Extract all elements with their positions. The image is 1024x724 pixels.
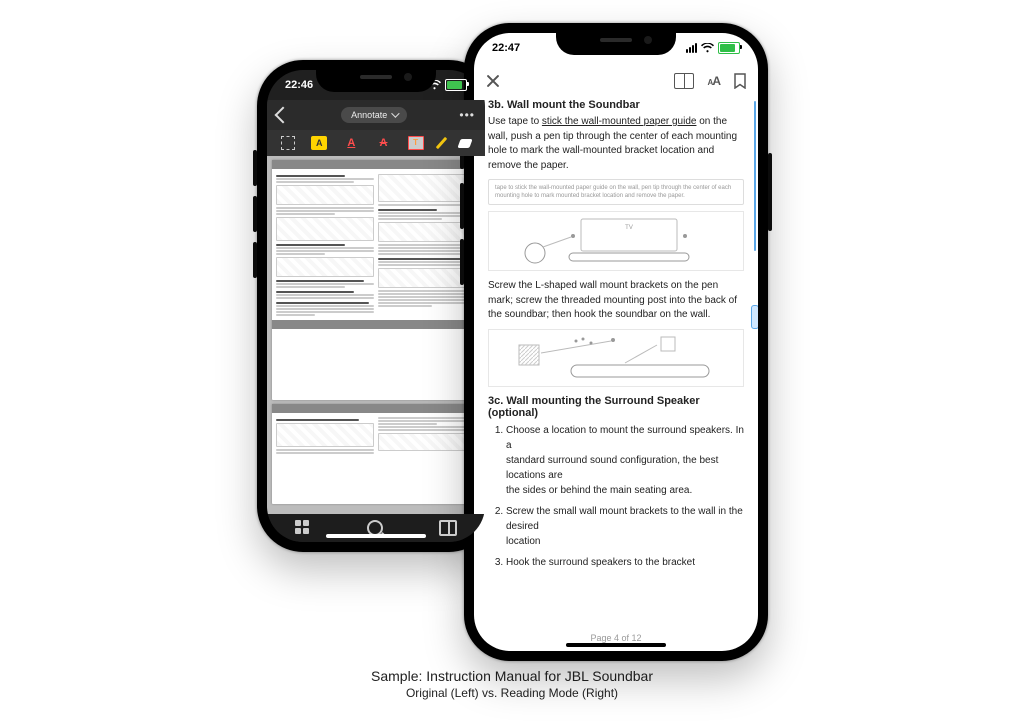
strikethrough-tool-icon[interactable]: A	[375, 135, 391, 151]
page-indicator: Page 4 of 12	[474, 633, 758, 643]
reading-mode-icon[interactable]	[439, 520, 457, 536]
scroll-indicator	[754, 101, 757, 251]
battery-charging-icon	[718, 42, 740, 54]
pen-tool-icon[interactable]	[435, 137, 447, 149]
back-icon[interactable]	[275, 107, 292, 124]
annotation-toolbar: A A A T	[267, 130, 485, 156]
paragraph: Screw the L-shaped wall mount brackets o…	[488, 279, 744, 323]
home-indicator[interactable]	[326, 534, 426, 538]
status-time: 22:46	[285, 79, 313, 91]
phone-reading-mode: 22:47 AA	[464, 23, 768, 661]
steps-list: Choose a location to mount the surround …	[488, 423, 744, 570]
mode-selector[interactable]: Annotate	[341, 107, 407, 123]
library-icon[interactable]	[674, 73, 694, 89]
phone-original: 22:46 Annotate ••• A A	[257, 60, 495, 552]
document-viewport[interactable]	[267, 156, 485, 514]
close-icon[interactable]	[486, 74, 500, 88]
side-button	[253, 196, 257, 232]
battery-icon	[445, 79, 467, 91]
scroll-handle-icon[interactable]	[751, 305, 758, 329]
list-item: Choose a location to mount the surround …	[506, 423, 744, 498]
editor-nav-bar: Annotate •••	[267, 100, 485, 130]
mode-label: Annotate	[351, 110, 387, 120]
list-item: Hook the surround speakers to the bracke…	[506, 555, 744, 570]
thumbnails-icon[interactable]	[295, 520, 311, 536]
figure-wall-mount	[488, 329, 744, 387]
heading-3b: 3b. Wall mount the Soundbar	[488, 99, 744, 111]
eraser-tool-icon[interactable]	[457, 139, 472, 148]
more-icon[interactable]: •••	[459, 108, 475, 122]
caption-title: Sample: Instruction Manual for JBL Sound…	[0, 668, 1024, 684]
svg-text:TV: TV	[625, 225, 633, 231]
side-button	[460, 239, 464, 285]
pdf-page[interactable]	[272, 160, 480, 400]
paragraph: Use tape to stick the wall-mounted paper…	[488, 115, 744, 173]
highlight-tool-icon[interactable]: A	[311, 136, 327, 150]
reader-content[interactable]: 3b. Wall mount the Soundbar Use tape to …	[474, 95, 758, 625]
bookmark-icon[interactable]	[734, 73, 746, 89]
caption-subtitle: Original (Left) vs. Reading Mode (Right)	[0, 686, 1024, 700]
power-button	[768, 153, 772, 231]
textbox-tool-icon[interactable]: T	[408, 136, 424, 150]
side-button	[460, 183, 464, 229]
status-time: 22:47	[492, 42, 520, 54]
select-tool-icon[interactable]	[281, 136, 295, 150]
figure-caption: Sample: Instruction Manual for JBL Sound…	[0, 668, 1024, 700]
font-size-icon[interactable]: AA	[708, 74, 720, 88]
side-button	[253, 242, 257, 278]
wifi-icon	[701, 43, 714, 53]
side-button	[253, 150, 257, 186]
notch	[316, 70, 436, 92]
list-item: Screw the small wall mount brackets to t…	[506, 504, 744, 549]
home-indicator[interactable]	[566, 643, 666, 647]
notch	[556, 33, 676, 55]
inset-caption: tape to stick the wall-mounted paper gui…	[488, 179, 744, 205]
cell-signal-icon	[686, 43, 697, 53]
reader-toolbar: AA	[474, 67, 758, 95]
figure-paper-guide: TV	[488, 211, 744, 271]
pdf-page[interactable]	[272, 404, 480, 504]
underline-tool-icon[interactable]: A	[343, 135, 359, 151]
heading-3c: 3c. Wall mounting the Surround Speaker (…	[488, 395, 744, 419]
